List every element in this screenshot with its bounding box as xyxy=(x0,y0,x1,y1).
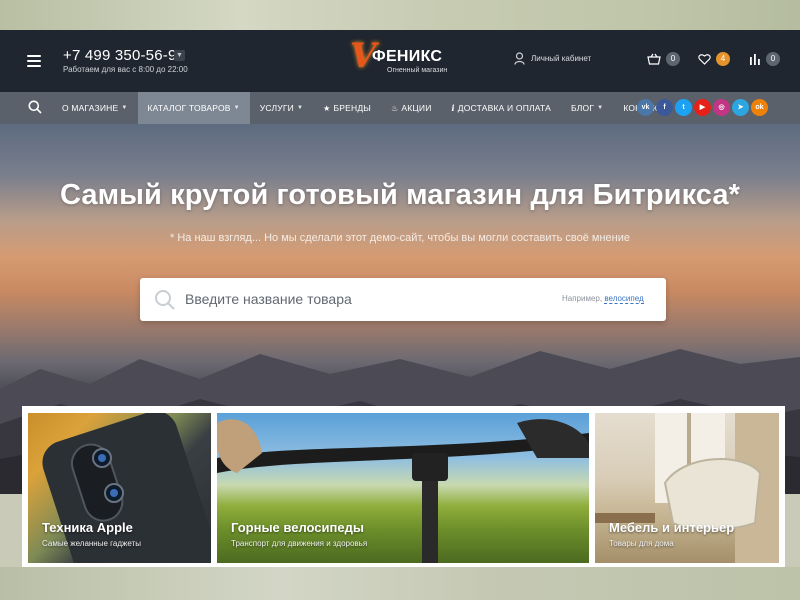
card-subtitle: Транспорт для движения и здоровья xyxy=(231,539,368,548)
card-title: Горные велосипеды xyxy=(231,520,364,535)
nav-item-blog[interactable]: БЛОГ ▼ xyxy=(561,92,613,124)
product-search-input[interactable] xyxy=(185,287,525,311)
nav-item-label: О МАГАЗИНЕ xyxy=(62,103,119,113)
site-header: +7 499 350-56-97 ▼ Работаем для вас с 8:… xyxy=(0,30,800,92)
nav-item-brands[interactable]: ★ БРЕНДЫ xyxy=(313,92,381,124)
cart-button[interactable]: 0 xyxy=(647,52,680,66)
nav-item-label: БЛОГ xyxy=(571,103,595,113)
basket-icon xyxy=(647,53,661,65)
nav-item-services[interactable]: УСЛУГИ ▼ xyxy=(250,92,313,124)
hero-title: Самый крутой готовый магазин для Битрикс… xyxy=(59,179,740,211)
nav-item-label: ДОСТАВКА И ОПЛАТА xyxy=(457,103,551,113)
card-subtitle: Товары для дома xyxy=(609,539,674,548)
nav-item-promotions[interactable]: ♨ АКЦИИ xyxy=(381,92,442,124)
social-links: vk f t ▶ ◎ ➤ ok xyxy=(637,99,770,116)
star-icon: ★ xyxy=(323,103,331,113)
instagram-icon[interactable]: ◎ xyxy=(713,99,730,116)
card-title: Мебель и интерьер xyxy=(609,520,735,535)
cart-count-badge: 0 xyxy=(666,52,680,66)
nav-item-label: УСЛУГИ xyxy=(259,103,294,113)
flame-icon: ♨ xyxy=(391,103,399,113)
phone-dropdown-icon[interactable]: ▼ xyxy=(174,50,185,61)
hero-subtitle: * На наш взгляд... Но мы сделали этот де… xyxy=(170,232,630,244)
search-hint-prefix: Например, xyxy=(562,294,603,303)
menu-burger-icon[interactable] xyxy=(27,55,41,67)
heart-icon xyxy=(698,54,711,65)
compare-chart-icon xyxy=(750,54,760,65)
account-label: Личный кабинет xyxy=(531,54,592,63)
odnoklassniki-icon[interactable]: ok xyxy=(751,99,768,116)
page-background-top xyxy=(0,0,800,30)
logo-tagline: Огненный магазин xyxy=(387,67,448,74)
category-card-furniture[interactable]: Мебель и интерьер Товары для дома xyxy=(595,413,779,563)
youtube-icon[interactable]: ▶ xyxy=(694,99,711,116)
search-icon[interactable] xyxy=(154,289,176,311)
page-background-bottom xyxy=(0,567,800,600)
info-icon: i xyxy=(451,103,455,113)
caret-down-icon: ▼ xyxy=(597,105,604,111)
nav-item-about[interactable]: О МАГАЗИНЕ ▼ xyxy=(52,92,138,124)
caret-down-icon: ▼ xyxy=(233,105,240,111)
account-link[interactable]: Личный кабинет xyxy=(514,52,591,65)
nav-item-label: КАТАЛОГ ТОВАРОВ xyxy=(147,103,231,113)
category-cards: Техника Apple Самые желанные гаджеты Гор… xyxy=(22,406,785,567)
twitter-icon[interactable]: t xyxy=(675,99,692,116)
header-phone[interactable]: +7 499 350-56-97 xyxy=(63,47,185,64)
facebook-icon[interactable]: f xyxy=(656,99,673,116)
caret-down-icon: ▼ xyxy=(296,105,304,111)
caret-down-icon: ▼ xyxy=(121,105,128,111)
card-subtitle: Самые желанные гаджеты xyxy=(42,539,141,548)
search-hint: Например, велосипед xyxy=(562,294,644,304)
vk-icon[interactable]: vk xyxy=(637,99,654,116)
favorites-count-badge: 4 xyxy=(716,52,730,66)
nav-item-delivery[interactable]: i ДОСТАВКА И ОПЛАТА xyxy=(442,92,561,124)
nav-item-catalog[interactable]: КАТАЛОГ ТОВАРОВ ▼ xyxy=(137,92,250,124)
nav-item-label: АКЦИИ xyxy=(401,103,432,113)
category-card-apple[interactable]: Техника Apple Самые желанные гаджеты xyxy=(28,413,211,563)
category-card-bikes[interactable]: Горные велосипеды Транспорт для движения… xyxy=(217,413,589,563)
nav-search-icon[interactable] xyxy=(28,100,42,114)
telegram-icon[interactable]: ➤ xyxy=(732,99,749,116)
card-title: Техника Apple xyxy=(42,520,133,535)
compare-button[interactable]: 0 xyxy=(749,52,780,66)
logo-name: ФЕНИКС xyxy=(372,48,443,65)
product-search-box: Например, велосипед xyxy=(140,278,666,321)
compare-count-badge: 0 xyxy=(766,52,780,66)
main-navigation: О МАГАЗИНЕ ▼ КАТАЛОГ ТОВАРОВ ▼ УСЛУГИ ▼ … xyxy=(0,92,800,124)
user-icon xyxy=(514,52,525,65)
search-hint-example-link[interactable]: велосипед xyxy=(604,294,644,304)
working-hours: Работаем для вас с 8:00 до 22:00 xyxy=(63,65,188,74)
site-logo[interactable]: V ФЕНИКС Огненный магазин xyxy=(350,36,460,80)
favorites-button[interactable]: 4 xyxy=(698,52,730,66)
nav-item-label: БРЕНДЫ xyxy=(333,103,372,113)
